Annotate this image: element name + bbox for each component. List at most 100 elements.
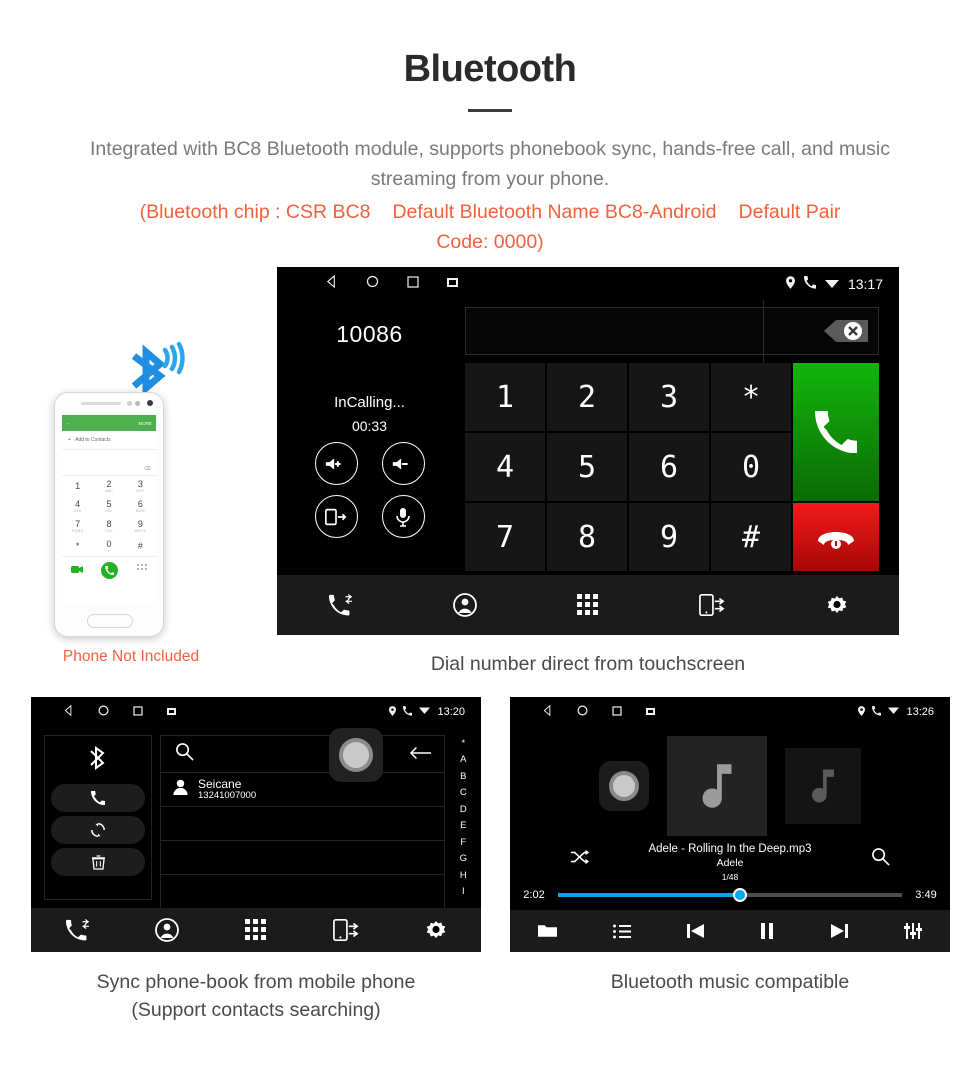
dial-key[interactable]: 9 bbox=[629, 503, 709, 571]
title-rule bbox=[468, 109, 512, 112]
phonebook-delete-button[interactable] bbox=[51, 848, 145, 876]
previous-icon[interactable] bbox=[686, 923, 705, 939]
dialer-input-field[interactable] bbox=[465, 300, 879, 368]
dial-key[interactable]: 5 bbox=[547, 433, 627, 501]
location-icon bbox=[858, 705, 866, 719]
phone-add-contact: + Add to Contacts bbox=[62, 431, 156, 450]
alpha-index-letter[interactable]: E bbox=[460, 820, 466, 831]
contact-row[interactable]: Seicane 13241007000 bbox=[160, 773, 445, 807]
alpha-index-letter[interactable]: F bbox=[460, 837, 466, 848]
dialer-caption: Dial number direct from touchscreen bbox=[430, 653, 746, 675]
call-log-icon[interactable] bbox=[327, 594, 353, 616]
keypad-icon[interactable] bbox=[244, 919, 267, 941]
phone-appbar: ← MORE bbox=[62, 415, 156, 431]
folder-icon[interactable] bbox=[537, 923, 557, 939]
music-controls-bar[interactable] bbox=[510, 910, 950, 952]
phone-dial-key: 3 DEF bbox=[136, 479, 145, 493]
screenshot-icon[interactable] bbox=[167, 703, 176, 721]
phone-screen: ← MORE + Add to Contacts ⌫ 1 2 ABC 3 DEF 4 GHI… bbox=[62, 415, 156, 604]
phone-more-label: MORE bbox=[138, 420, 153, 426]
volume-up-icon[interactable] bbox=[314, 442, 358, 485]
music-track-meta: Adele - Rolling In the Deep.mp3 Adele 1/… bbox=[510, 843, 950, 882]
settings-icon[interactable] bbox=[825, 593, 849, 617]
backspace-icon[interactable] bbox=[808, 315, 870, 347]
dial-key[interactable]: 6 bbox=[629, 433, 709, 501]
contacts-icon[interactable] bbox=[155, 918, 180, 942]
keypad-icon[interactable] bbox=[577, 594, 599, 616]
screenshot-icon[interactable] bbox=[646, 703, 655, 721]
dial-key[interactable]: 0 bbox=[711, 433, 791, 501]
dial-key[interactable]: * bbox=[711, 363, 791, 431]
mute-mic-icon[interactable] bbox=[381, 495, 425, 538]
call-log-icon[interactable] bbox=[64, 919, 90, 941]
alpha-index-letter[interactable]: G bbox=[460, 853, 467, 864]
spec-text: (Bluetooth chip : CSR BC8 Default Bluetoo… bbox=[50, 198, 930, 257]
album-art-current bbox=[667, 736, 767, 836]
equalizer-icon[interactable] bbox=[904, 923, 923, 939]
back-icon[interactable] bbox=[325, 274, 338, 293]
contact-row-empty bbox=[160, 875, 445, 909]
progress-thumb[interactable] bbox=[733, 888, 748, 902]
dial-key[interactable]: 1 bbox=[465, 363, 545, 431]
phonebook-search-bar[interactable] bbox=[160, 728, 445, 782]
dialer-clock: 13:17 bbox=[847, 276, 883, 292]
alpha-index-letter[interactable]: * bbox=[461, 738, 465, 749]
call-end-icon[interactable] bbox=[793, 503, 879, 571]
phonebook-navbar[interactable] bbox=[31, 908, 481, 952]
page-title: Bluetooth bbox=[403, 48, 577, 90]
dialer-keypad[interactable]: 1 2 3 * 4 5 6 0 7 8 9 # bbox=[465, 363, 879, 571]
recents-icon[interactable] bbox=[407, 275, 419, 293]
home-icon[interactable] bbox=[577, 703, 588, 721]
phone-call-button bbox=[101, 561, 119, 579]
back-icon[interactable] bbox=[63, 703, 74, 721]
dial-key[interactable]: 3 bbox=[629, 363, 709, 431]
volume-down-icon[interactable] bbox=[381, 442, 425, 485]
phonebook-sync-button[interactable] bbox=[51, 816, 145, 844]
home-icon[interactable] bbox=[98, 703, 109, 721]
track-artist: Adele bbox=[716, 857, 744, 869]
alpha-index-letter[interactable]: A bbox=[460, 754, 466, 765]
contacts-icon[interactable] bbox=[453, 593, 477, 617]
phonebook-alpha-index[interactable]: * A B C D E F G H I bbox=[460, 735, 467, 900]
alpha-index-letter[interactable]: H bbox=[460, 870, 467, 881]
phonebook-call-button[interactable] bbox=[51, 784, 145, 812]
phone-dialpad: 1 2 ABC 3 DEF 4 GHI 5 JKL 6 MNO 7 PQRS 8 TUV 9 WXYZ * 0 + # bbox=[62, 476, 156, 556]
alpha-index-letter[interactable]: C bbox=[460, 787, 467, 798]
phonebook-clock: 13:20 bbox=[437, 706, 465, 718]
alpha-index-letter[interactable]: B bbox=[460, 771, 466, 782]
phonebook-screen: 13:20 Seicane 13241007000 * A B C D E F G H I bbox=[31, 697, 481, 952]
avatar bbox=[173, 779, 188, 800]
alpha-index-letter[interactable]: I bbox=[462, 886, 465, 897]
screenshot-icon[interactable] bbox=[447, 275, 458, 293]
dial-key[interactable]: # bbox=[711, 503, 791, 571]
transfer-audio-icon[interactable] bbox=[314, 495, 358, 538]
settings-icon[interactable] bbox=[424, 918, 448, 942]
recents-icon[interactable] bbox=[133, 703, 143, 721]
sync-phone-icon[interactable] bbox=[699, 593, 725, 617]
progress-slider[interactable] bbox=[558, 888, 902, 902]
dial-key[interactable]: 2 bbox=[547, 363, 627, 431]
dial-key[interactable]: 7 bbox=[465, 503, 545, 571]
back-icon[interactable] bbox=[542, 703, 553, 721]
alpha-index-letter[interactable]: D bbox=[460, 804, 467, 815]
home-icon[interactable] bbox=[366, 275, 379, 293]
recents-icon[interactable] bbox=[612, 703, 622, 721]
album-art-next[interactable] bbox=[785, 748, 861, 824]
pause-icon[interactable] bbox=[760, 923, 774, 939]
dialer-call-info: 10086 InCalling... 00:33 bbox=[277, 301, 462, 573]
dial-key[interactable]: 4 bbox=[465, 433, 545, 501]
dialer-navbar[interactable] bbox=[277, 575, 899, 635]
search-icon[interactable] bbox=[175, 742, 194, 766]
back-arrow-icon[interactable] bbox=[409, 745, 432, 766]
call-icon bbox=[803, 276, 817, 292]
phone-sensor bbox=[127, 401, 132, 406]
call-answer-icon[interactable] bbox=[793, 363, 879, 501]
next-icon[interactable] bbox=[830, 923, 849, 939]
sync-phone-icon[interactable] bbox=[332, 918, 359, 942]
wifi-icon bbox=[824, 276, 839, 292]
dial-key[interactable]: 8 bbox=[547, 503, 627, 571]
playlist-icon[interactable] bbox=[612, 924, 631, 939]
phone-dial-key: 1 bbox=[75, 481, 81, 491]
dialer-call-timer: 00:33 bbox=[351, 418, 388, 434]
spec-pair: Default Pair bbox=[738, 201, 841, 224]
